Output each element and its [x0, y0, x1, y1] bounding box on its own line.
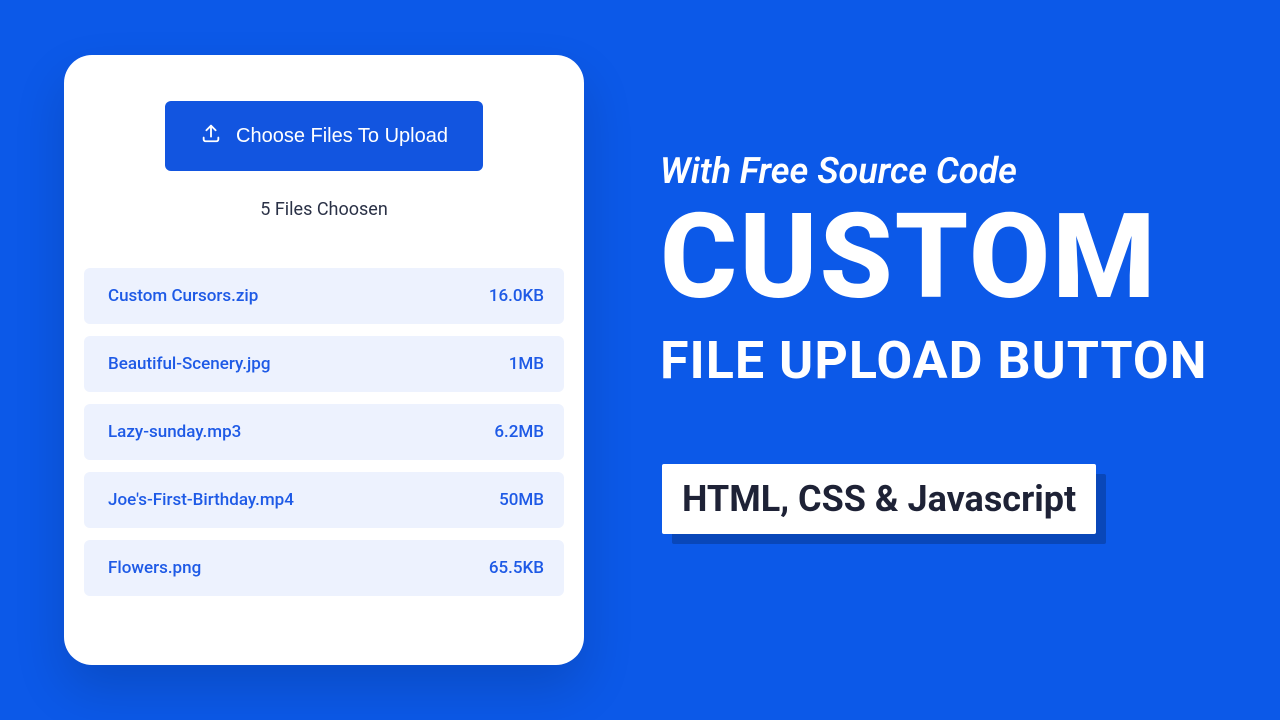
- file-name: Joe's-First-Birthday.mp4: [108, 490, 294, 510]
- file-size: 50MB: [499, 490, 544, 510]
- choose-files-label: Choose Files To Upload: [236, 125, 448, 148]
- file-name: Beautiful-Scenery.jpg: [108, 354, 270, 374]
- tech-tag: HTML, CSS & Javascript: [662, 464, 1096, 534]
- file-size: 65.5KB: [489, 558, 544, 578]
- choose-files-button[interactable]: Choose Files To Upload: [165, 101, 483, 171]
- file-name: Flowers.png: [108, 558, 201, 578]
- upload-icon: [200, 122, 222, 150]
- headline-subtitle: With Free Source Code: [660, 150, 1207, 192]
- files-chosen-text: 5 Files Choosen: [84, 199, 564, 220]
- file-size: 6.2MB: [494, 422, 544, 442]
- file-item[interactable]: Joe's-First-Birthday.mp4 50MB: [84, 472, 564, 528]
- file-size: 16.0KB: [489, 286, 544, 306]
- headline-title-big: CUSTOM: [660, 196, 1207, 320]
- file-item[interactable]: Custom Cursors.zip 16.0KB: [84, 268, 564, 324]
- file-item[interactable]: Beautiful-Scenery.jpg 1MB: [84, 336, 564, 392]
- headline-title-mid: FILE UPLOAD BUTTON: [660, 330, 1207, 391]
- file-item[interactable]: Lazy-sunday.mp3 6.2MB: [84, 404, 564, 460]
- upload-card: Choose Files To Upload 5 Files Choosen C…: [64, 55, 584, 665]
- file-item[interactable]: Flowers.png 65.5KB: [84, 540, 564, 596]
- file-list: Custom Cursors.zip 16.0KB Beautiful-Scen…: [84, 268, 564, 596]
- file-name: Custom Cursors.zip: [108, 286, 258, 306]
- file-name: Lazy-sunday.mp3: [108, 422, 241, 442]
- headline: With Free Source Code CUSTOM FILE UPLOAD…: [660, 150, 1207, 391]
- file-size: 1MB: [509, 354, 544, 374]
